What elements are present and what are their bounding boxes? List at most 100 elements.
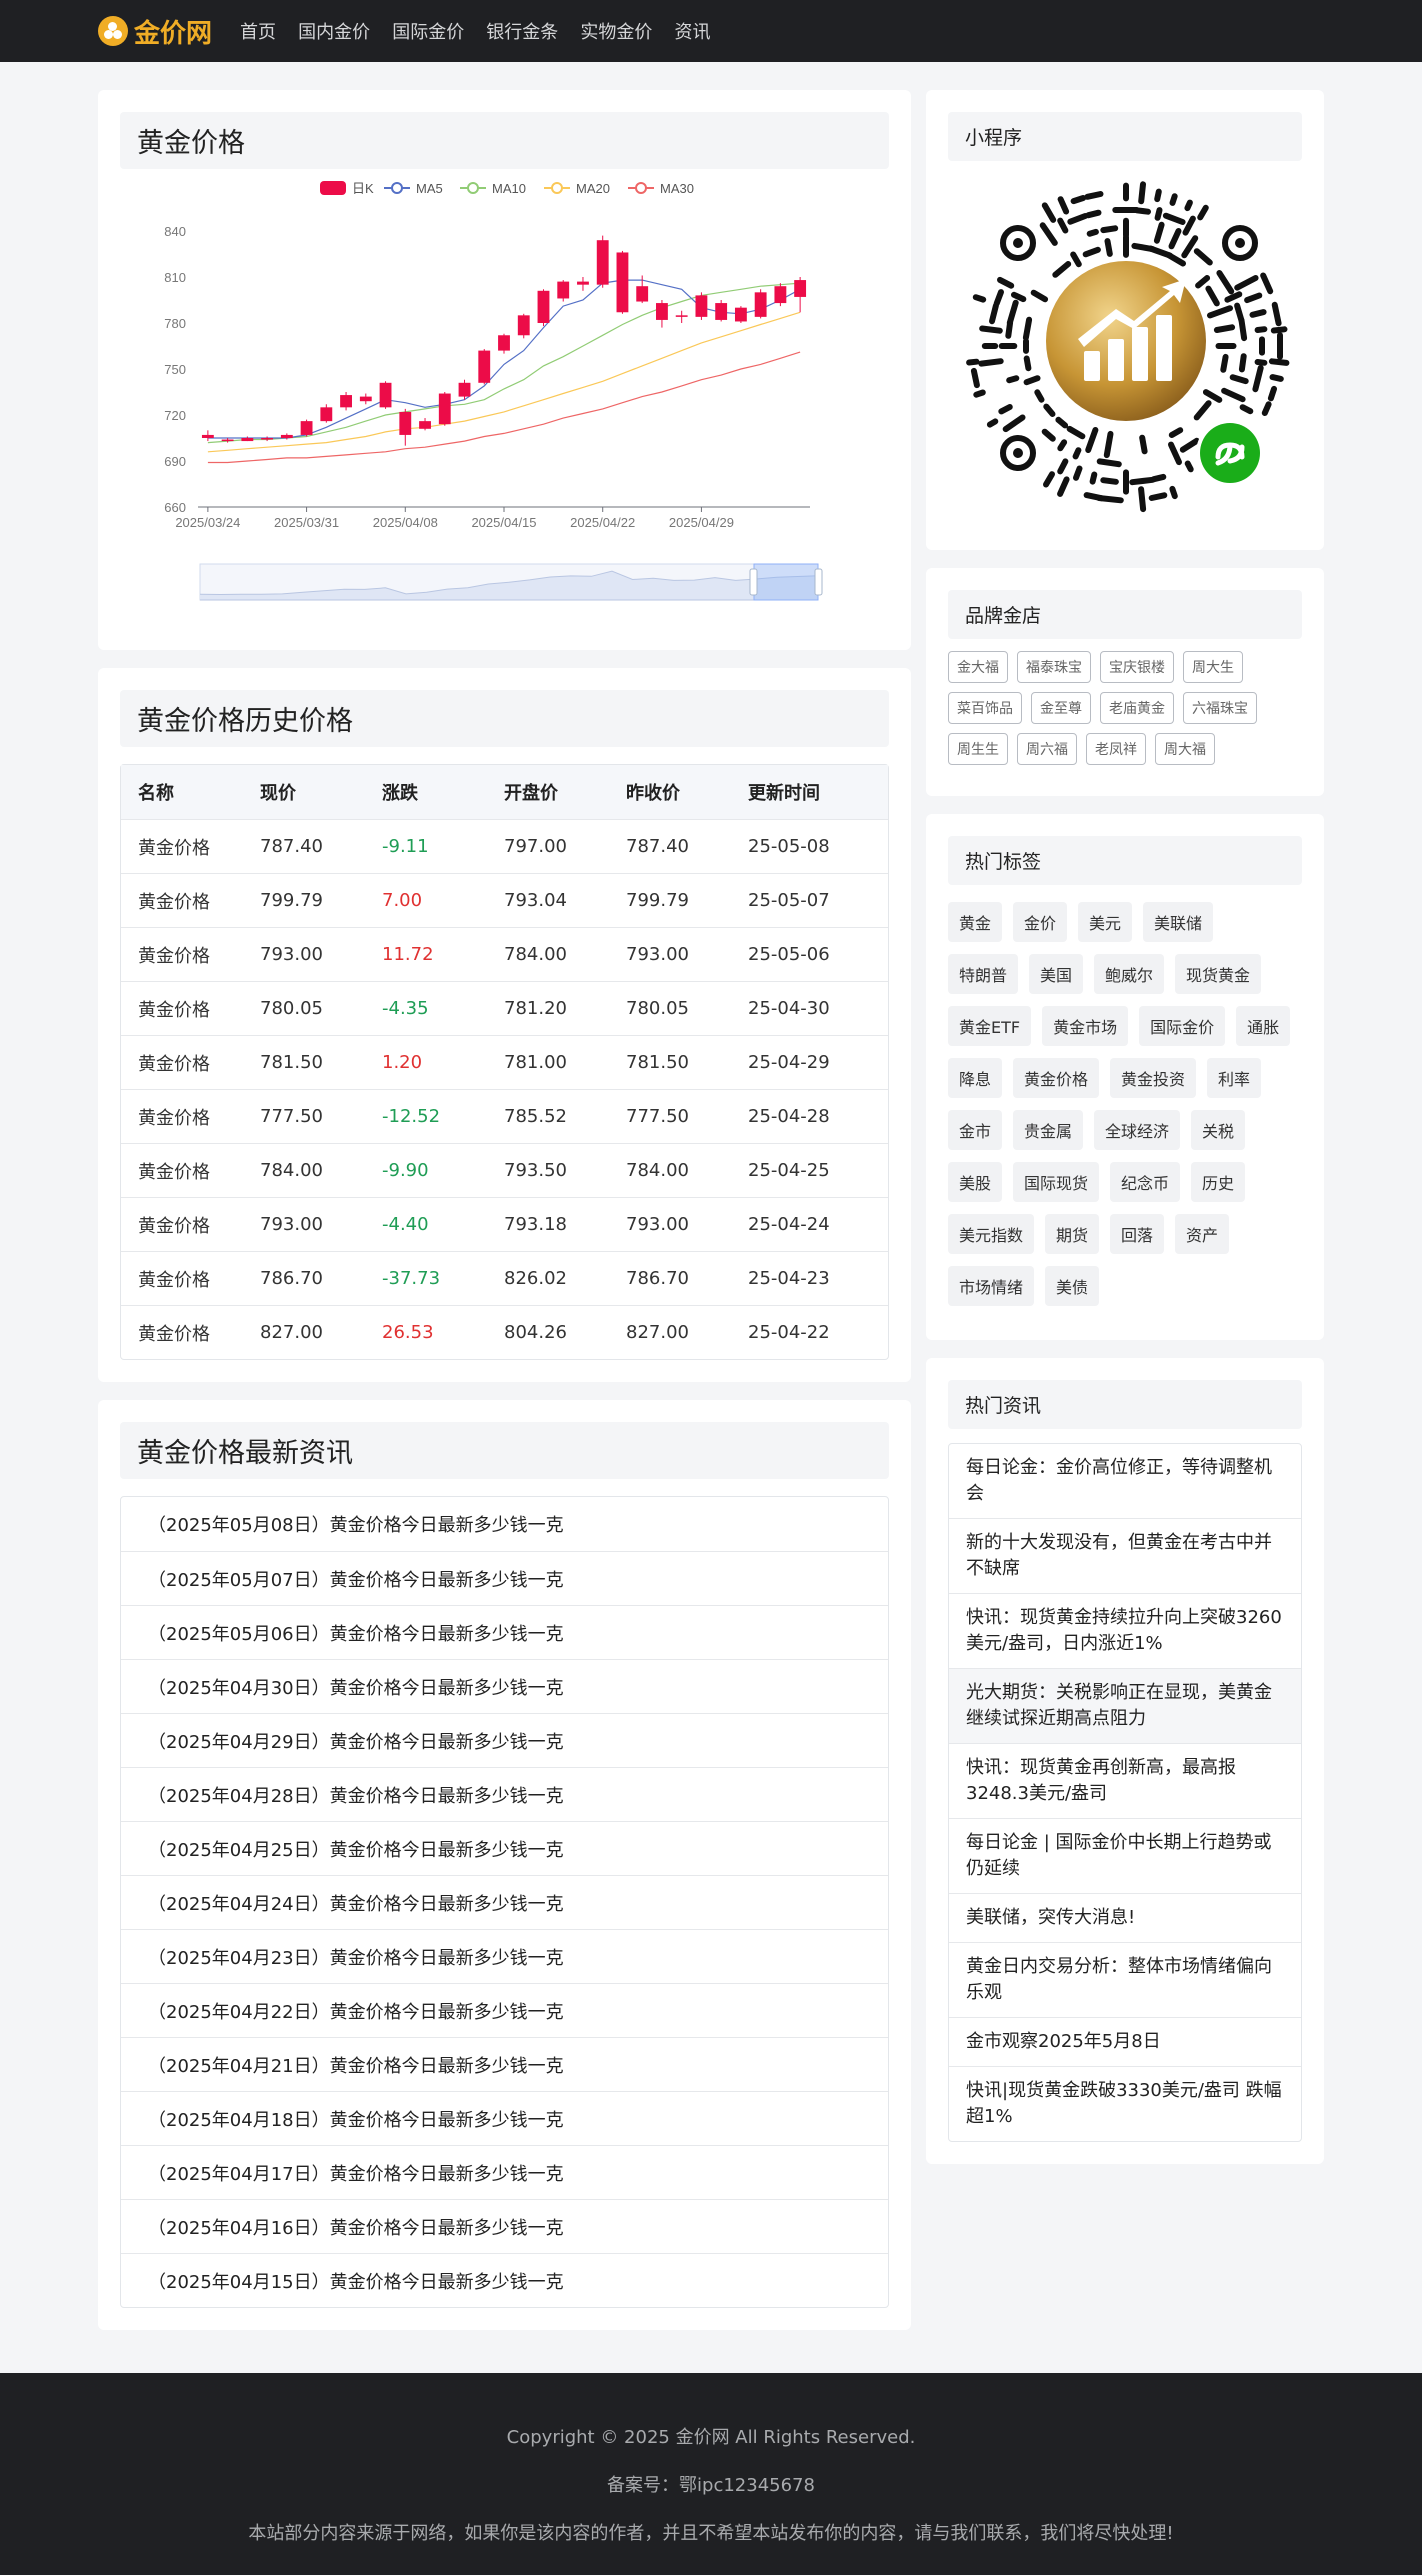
hot-tag[interactable]: 美国 xyxy=(1029,954,1084,994)
candlestick-chart[interactable]: 日K MA5 MA10 MA20 MA30 660 690 720 750 780 810 840 20… xyxy=(120,169,889,609)
hot-news-link[interactable]: 光大期货：关税影响正在显现，美黄金继续试探近期高点阻力 xyxy=(949,1668,1301,1743)
hot-news-link[interactable]: 快讯|现货黄金跌破3330美元/盎司 跌幅超1% xyxy=(949,2066,1301,2141)
hot-tag[interactable]: 国际现货 xyxy=(1013,1162,1100,1202)
brand-tag[interactable]: 金至尊 xyxy=(1031,692,1091,724)
zoom-handle-left[interactable] xyxy=(749,568,758,596)
hot-tag[interactable]: 通胀 xyxy=(1236,1006,1291,1046)
news-link[interactable]: （2025年05月06日）黄金价格今日最新多少钱一克 xyxy=(121,1605,888,1659)
cell-open: 781.20 xyxy=(504,998,567,1019)
hot-tag[interactable]: 现货黄金 xyxy=(1175,954,1262,994)
hot-news-link[interactable]: 黄金日内交易分析：整体市场情绪偏向乐观 xyxy=(949,1942,1301,2017)
brand-tag[interactable]: 六福珠宝 xyxy=(1183,692,1257,724)
hot-tag[interactable]: 利率 xyxy=(1207,1058,1262,1098)
hot-news-link[interactable]: 每日论金：金价高位修正，等待调整机会 xyxy=(949,1444,1301,1518)
candle xyxy=(340,395,352,408)
cell-prev: 793.00 xyxy=(626,944,689,965)
hot-tag[interactable]: 鲍威尔 xyxy=(1094,954,1165,994)
site-logo[interactable]: 金价网 xyxy=(98,13,212,50)
brand-tag[interactable]: 周大生 xyxy=(1183,651,1243,683)
column-header: 昨收价 xyxy=(626,783,680,804)
candle xyxy=(221,439,234,442)
brand-tag[interactable]: 福泰珠宝 xyxy=(1017,651,1091,683)
cell-name: 黄金价格 xyxy=(138,1269,210,1291)
nav-domestic-gold[interactable]: 国内金价 xyxy=(298,22,370,43)
hot-tag[interactable]: 历史 xyxy=(1191,1162,1246,1202)
table-row: 黄金价格 799.79 7.00 793.04 799.79 25-05-07 xyxy=(121,873,888,927)
nav-physical-gold[interactable]: 实物金价 xyxy=(580,22,652,43)
candle xyxy=(537,290,550,323)
brand-tag[interactable]: 老庙黄金 xyxy=(1100,692,1174,724)
hot-tag[interactable]: 黄金 xyxy=(948,902,1003,942)
site-name: 金价网 xyxy=(134,18,213,49)
hot-news-link[interactable]: 快讯：现货黄金再创新高，最高报3248.3美元/盎司 xyxy=(949,1743,1301,1818)
hot-tag[interactable]: 期货 xyxy=(1045,1214,1100,1254)
nav-news[interactable]: 资讯 xyxy=(674,22,710,43)
brand-tag[interactable]: 宝庆银楼 xyxy=(1100,651,1174,683)
news-link[interactable]: （2025年04月15日）黄金价格今日最新多少钱一克 xyxy=(121,2253,888,2307)
news-link[interactable]: （2025年05月08日）黄金价格今日最新多少钱一克 xyxy=(121,1497,888,1551)
hot-tag[interactable]: 关税 xyxy=(1191,1110,1246,1150)
news-link[interactable]: （2025年04月21日）黄金价格今日最新多少钱一克 xyxy=(121,2037,888,2091)
candle xyxy=(478,350,491,383)
hot-tag[interactable]: 金价 xyxy=(1013,902,1068,942)
hot-tag[interactable]: 全球经济 xyxy=(1094,1110,1181,1150)
hot-news-link[interactable]: 新的十大发现没有，但黄金在考古中并不缺席 xyxy=(949,1518,1301,1593)
nav-international-gold[interactable]: 国际金价 xyxy=(392,22,464,43)
hot-tag[interactable]: 黄金ETF xyxy=(948,1006,1032,1046)
brand-tag[interactable]: 菜百饰品 xyxy=(948,692,1022,724)
hot-news-link[interactable]: 每日论金 | 国际金价中长期上行趋势或仍延续 xyxy=(949,1818,1301,1893)
brand-tag[interactable]: 周生生 xyxy=(948,733,1008,765)
hot-tag[interactable]: 美股 xyxy=(948,1162,1003,1202)
brand-tag[interactable]: 金大福 xyxy=(948,651,1008,683)
x-tick-label: 2025/04/15 xyxy=(471,515,536,530)
hot-tag[interactable]: 资产 xyxy=(1175,1214,1230,1254)
hot-tag[interactable]: 纪念币 xyxy=(1110,1162,1181,1202)
news-link[interactable]: （2025年04月28日）黄金价格今日最新多少钱一克 xyxy=(121,1767,888,1821)
news-link[interactable]: （2025年04月16日）黄金价格今日最新多少钱一克 xyxy=(121,2199,888,2253)
hot-tag[interactable]: 市场情绪 xyxy=(948,1266,1035,1306)
cell-name: 黄金价格 xyxy=(138,1323,210,1345)
hot-tag[interactable]: 降息 xyxy=(948,1058,1003,1098)
cell-prev: 787.40 xyxy=(626,836,689,857)
legend-swatch xyxy=(391,182,403,194)
candle xyxy=(754,292,767,317)
hot-tag[interactable]: 美联储 xyxy=(1143,902,1214,942)
zoom-handle-right[interactable] xyxy=(814,568,823,596)
hot-tag[interactable]: 特朗普 xyxy=(948,954,1019,994)
news-link[interactable]: （2025年04月22日）黄金价格今日最新多少钱一克 xyxy=(121,1983,888,2037)
hot-tag[interactable]: 黄金价格 xyxy=(1013,1058,1100,1098)
nav-home[interactable]: 首页 xyxy=(240,22,276,43)
hot-tag[interactable]: 国际金价 xyxy=(1139,1006,1226,1046)
news-link[interactable]: （2025年04月18日）黄金价格今日最新多少钱一克 xyxy=(121,2091,888,2145)
hot-tag[interactable]: 金市 xyxy=(948,1110,1003,1150)
news-link[interactable]: （2025年05月07日）黄金价格今日最新多少钱一克 xyxy=(121,1551,888,1605)
hot-tag[interactable]: 贵金属 xyxy=(1013,1110,1084,1150)
zoom-slider-window[interactable] xyxy=(753,563,819,601)
column-header: 现价 xyxy=(260,783,296,804)
hot-tag[interactable]: 黄金投资 xyxy=(1110,1058,1197,1098)
news-link[interactable]: （2025年04月29日）黄金价格今日最新多少钱一克 xyxy=(121,1713,888,1767)
news-link[interactable]: （2025年04月30日）黄金价格今日最新多少钱一克 xyxy=(121,1659,888,1713)
cell-price: 793.00 xyxy=(260,1214,323,1235)
hot-tag[interactable]: 黄金市场 xyxy=(1042,1006,1129,1046)
hot-tag[interactable]: 美元 xyxy=(1078,902,1133,942)
brand-tag[interactable]: 周六福 xyxy=(1017,733,1077,765)
cell-prev: 781.50 xyxy=(626,1052,689,1073)
hot-tag[interactable]: 美债 xyxy=(1045,1266,1100,1306)
hot-tag[interactable]: 回落 xyxy=(1110,1214,1165,1254)
candle xyxy=(695,295,708,317)
news-link[interactable]: （2025年04月24日）黄金价格今日最新多少钱一克 xyxy=(121,1875,888,1929)
brand-tag[interactable]: 老凤祥 xyxy=(1086,733,1146,765)
hot-news-link[interactable]: 金市观察2025年5月8日 xyxy=(949,2017,1301,2066)
news-link[interactable]: （2025年04月17日）黄金价格今日最新多少钱一克 xyxy=(121,2145,888,2199)
nav-bank-bars[interactable]: 银行金条 xyxy=(486,22,558,43)
news-link[interactable]: （2025年04月23日）黄金价格今日最新多少钱一克 xyxy=(121,1929,888,1983)
legend-swatch xyxy=(635,182,647,194)
news-link[interactable]: （2025年04月25日）黄金价格今日最新多少钱一克 xyxy=(121,1821,888,1875)
hot-news-title: 热门资讯 xyxy=(948,1380,1302,1429)
hot-news-link[interactable]: 快讯：现货黄金持续拉升向上突破3260美元/盎司，日内涨近1% xyxy=(949,1593,1301,1668)
table-row: 黄金价格 777.50 -12.52 785.52 777.50 25-04-28 xyxy=(121,1089,888,1143)
hot-tag[interactable]: 美元指数 xyxy=(948,1214,1035,1254)
hot-news-link[interactable]: 美联储，突传大消息! xyxy=(949,1893,1301,1942)
brand-tag[interactable]: 周大福 xyxy=(1155,733,1215,765)
